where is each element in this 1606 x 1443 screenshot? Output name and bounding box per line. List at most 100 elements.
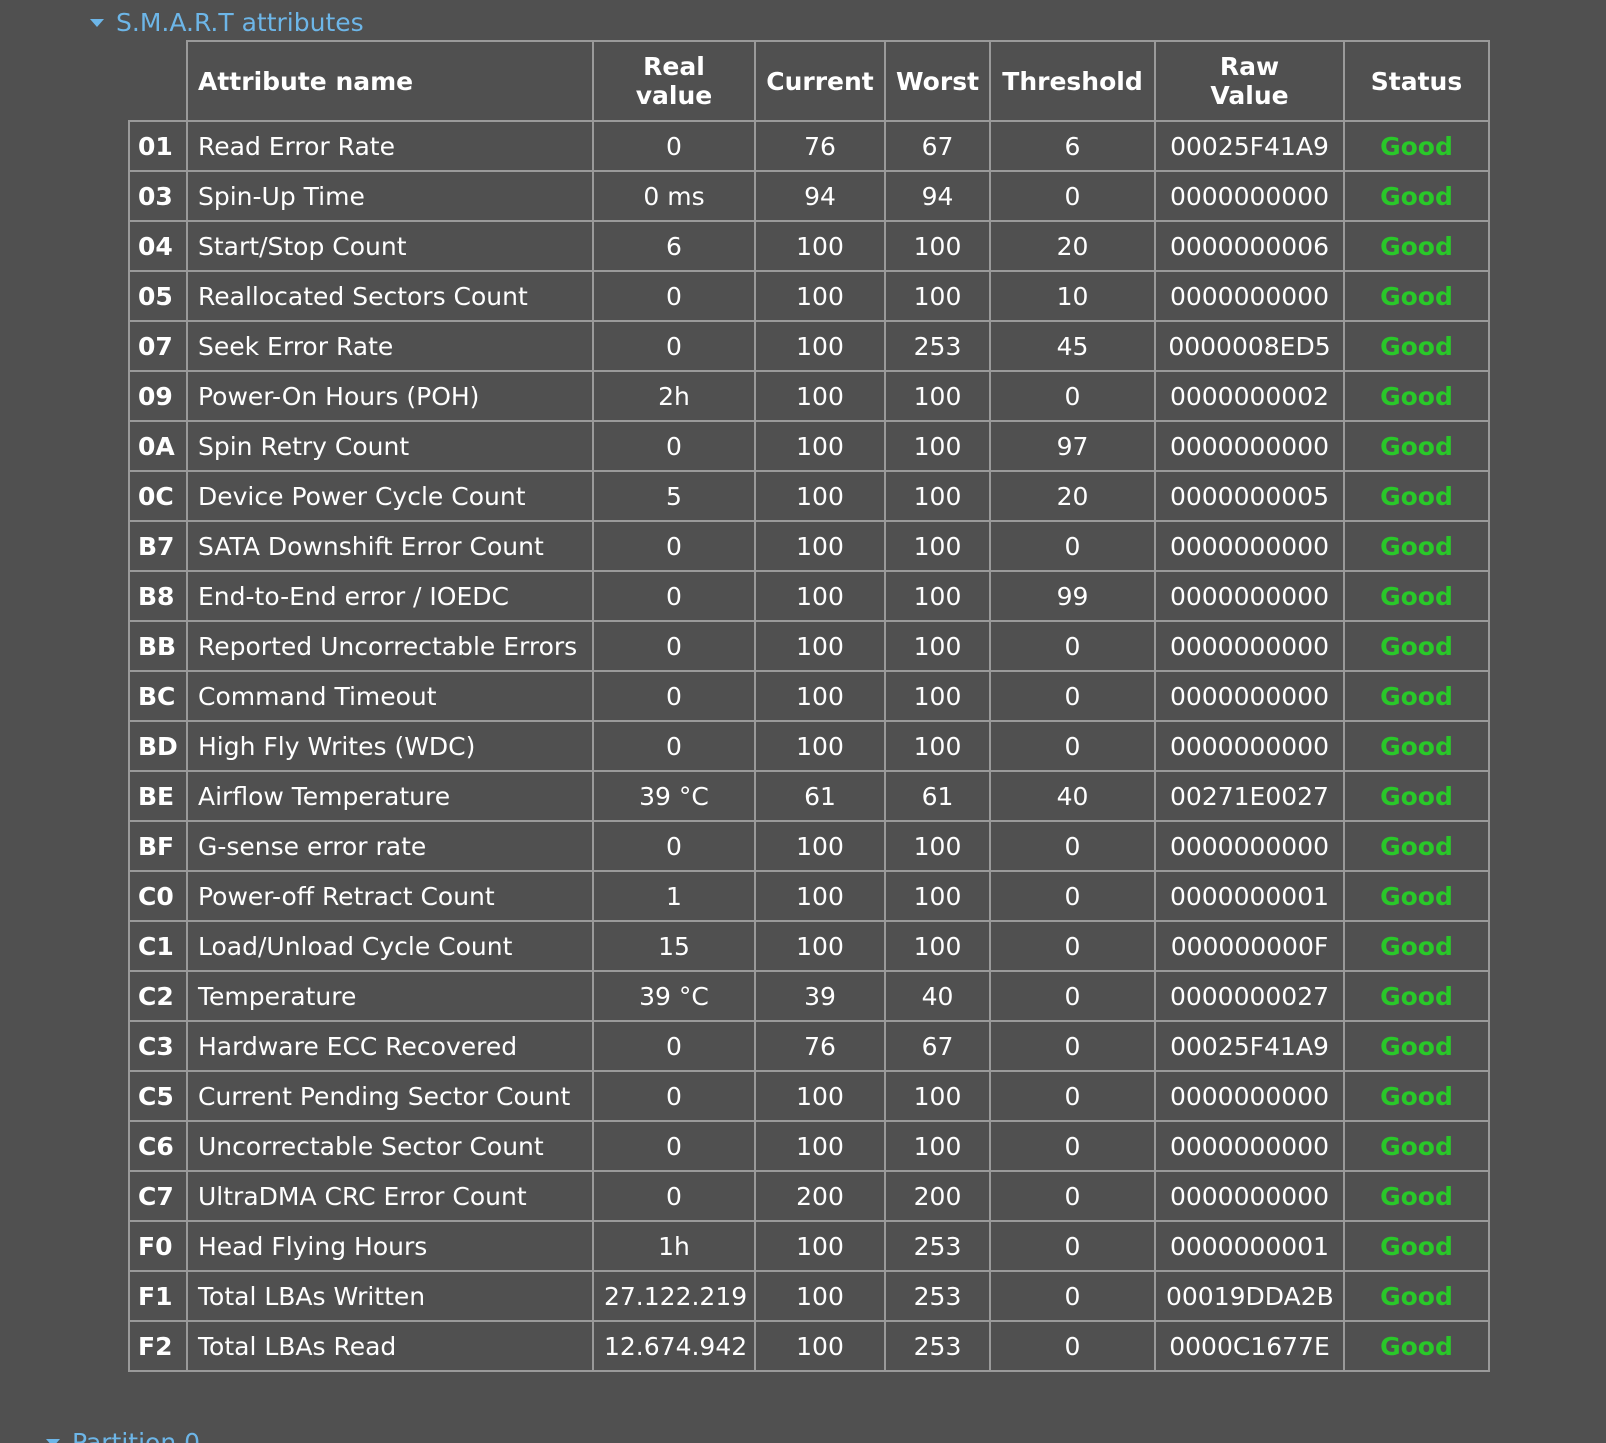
- threshold-value: 0: [989, 170, 1156, 222]
- threshold-value: 0: [989, 920, 1156, 972]
- attribute-name: Reported Uncorrectable Errors: [186, 620, 594, 672]
- status-value: Good: [1343, 970, 1490, 1022]
- threshold-value: 0: [989, 370, 1156, 422]
- threshold-value: 0: [989, 1170, 1156, 1222]
- table-row: C1 Load/Unload Cycle Count 15 100 100 0 000000…: [128, 920, 1490, 972]
- real-value: 0: [592, 420, 756, 472]
- current-value: 100: [754, 920, 886, 972]
- table-row: 0C Device Power Cycle Count 5 100 100 20 00000…: [128, 470, 1490, 522]
- attribute-name: SATA Downshift Error Count: [186, 520, 594, 572]
- real-value: 0: [592, 270, 756, 322]
- attribute-id: F0: [128, 1220, 188, 1272]
- current-value: 100: [754, 870, 886, 922]
- attribute-name: Reallocated Sectors Count: [186, 270, 594, 322]
- table-row: B7 SATA Downshift Error Count 0 100 100 0 0000…: [128, 520, 1490, 572]
- status-value: Good: [1343, 1120, 1490, 1172]
- real-value: 6: [592, 220, 756, 272]
- attribute-name: Temperature: [186, 970, 594, 1022]
- raw-value: 00271E0027: [1154, 770, 1345, 822]
- raw-value: 0000000000: [1154, 1070, 1345, 1122]
- header-raw-value-line2: Value: [1210, 81, 1289, 110]
- real-value: 0: [592, 570, 756, 622]
- table-row: C7 UltraDMA CRC Error Count 0 200 200 0 000000…: [128, 1170, 1490, 1222]
- table-row: C3 Hardware ECC Recovered 0 76 67 0 00025F41A9…: [128, 1020, 1490, 1072]
- smart-attributes-label: S.M.A.R.T attributes: [116, 7, 364, 37]
- worst-value: 67: [884, 1020, 991, 1072]
- worst-value: 100: [884, 920, 991, 972]
- current-value: 100: [754, 420, 886, 472]
- table-row: 07 Seek Error Rate 0 100 253 45 0000008ED5 Good: [128, 320, 1490, 372]
- raw-value: 00019DDA2B: [1154, 1270, 1345, 1322]
- current-value: 100: [754, 670, 886, 722]
- header-threshold: Threshold: [989, 40, 1156, 122]
- attribute-id: BB: [128, 620, 188, 672]
- current-value: 94: [754, 170, 886, 222]
- attribute-name: Current Pending Sector Count: [186, 1070, 594, 1122]
- worst-value: 100: [884, 1120, 991, 1172]
- status-value: Good: [1343, 1020, 1490, 1072]
- threshold-value: 0: [989, 720, 1156, 772]
- attribute-name: Airflow Temperature: [186, 770, 594, 822]
- current-value: 39: [754, 970, 886, 1022]
- real-value: 0: [592, 820, 756, 872]
- worst-value: 253: [884, 320, 991, 372]
- attribute-id: 04: [128, 220, 188, 272]
- raw-value: 0000008ED5: [1154, 320, 1345, 372]
- status-value: Good: [1343, 1270, 1490, 1322]
- attribute-id: B7: [128, 520, 188, 572]
- attribute-name: Total LBAs Written: [186, 1270, 594, 1322]
- attribute-name: Total LBAs Read: [186, 1320, 594, 1372]
- attribute-id: 07: [128, 320, 188, 372]
- current-value: 100: [754, 520, 886, 572]
- attribute-name: Spin Retry Count: [186, 420, 594, 472]
- status-value: Good: [1343, 1170, 1490, 1222]
- attribute-id: 09: [128, 370, 188, 422]
- table-row: BC Command Timeout 0 100 100 0 0000000000 Good: [128, 670, 1490, 722]
- raw-value: 0000000005: [1154, 470, 1345, 522]
- threshold-value: 6: [989, 120, 1156, 172]
- real-value: 27.122.219: [592, 1270, 756, 1322]
- raw-value: 000000000F: [1154, 920, 1345, 972]
- header-raw-value-line1: Raw: [1219, 52, 1280, 81]
- attribute-id: BC: [128, 670, 188, 722]
- real-value: 15: [592, 920, 756, 972]
- table-row: C2 Temperature 39 °C 39 40 0 0000000027 Good: [128, 970, 1490, 1022]
- status-value: Good: [1343, 720, 1490, 772]
- partition-toggle[interactable]: Partition 0: [46, 1424, 200, 1443]
- attribute-id: 05: [128, 270, 188, 322]
- raw-value: 0000000001: [1154, 1220, 1345, 1272]
- header-real-value: Real value: [592, 40, 756, 122]
- attribute-name: UltraDMA CRC Error Count: [186, 1170, 594, 1222]
- worst-value: 100: [884, 220, 991, 272]
- real-value: 0: [592, 320, 756, 372]
- header-attribute-name: Attribute name: [186, 40, 594, 122]
- attribute-id: 01: [128, 120, 188, 172]
- attribute-name: Start/Stop Count: [186, 220, 594, 272]
- smart-attributes-toggle[interactable]: S.M.A.R.T attributes: [90, 4, 364, 40]
- worst-value: 100: [884, 1070, 991, 1122]
- raw-value: 0000000000: [1154, 620, 1345, 672]
- worst-value: 100: [884, 720, 991, 772]
- table-row: C5 Current Pending Sector Count 0 100 100 0 00…: [128, 1070, 1490, 1122]
- threshold-value: 99: [989, 570, 1156, 622]
- real-value: 0: [592, 1120, 756, 1172]
- worst-value: 100: [884, 620, 991, 672]
- status-value: Good: [1343, 220, 1490, 272]
- threshold-value: 10: [989, 270, 1156, 322]
- attribute-id: C6: [128, 1120, 188, 1172]
- attribute-id: C7: [128, 1170, 188, 1222]
- table-row: F2 Total LBAs Read 12.674.942 100 253 0 0000C1…: [128, 1320, 1490, 1372]
- real-value: 39 °C: [592, 970, 756, 1022]
- status-value: Good: [1343, 370, 1490, 422]
- collapse-triangle-icon: [46, 1439, 60, 1443]
- table-row: 05 Reallocated Sectors Count 0 100 100 10 0000…: [128, 270, 1490, 322]
- real-value: 0: [592, 720, 756, 772]
- attribute-id: 0C: [128, 470, 188, 522]
- raw-value: 0000000002: [1154, 370, 1345, 422]
- attribute-name: Head Flying Hours: [186, 1220, 594, 1272]
- current-value: 100: [754, 620, 886, 672]
- status-value: Good: [1343, 170, 1490, 222]
- status-value: Good: [1343, 570, 1490, 622]
- status-value: Good: [1343, 1320, 1490, 1372]
- table-row: 0A Spin Retry Count 0 100 100 97 0000000000 Goo…: [128, 420, 1490, 472]
